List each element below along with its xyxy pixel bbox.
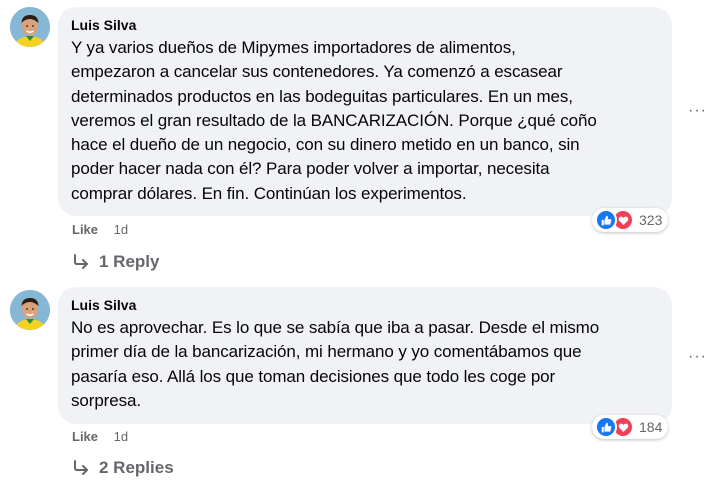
reaction-count: 184 — [639, 419, 663, 435]
avatar[interactable] — [10, 7, 50, 47]
thumbs-up-icon — [595, 209, 617, 231]
comment-timestamp[interactable]: 1d — [114, 222, 128, 237]
comment-actions: Like 1d — [72, 222, 128, 238]
comment-author[interactable]: Luis Silva — [71, 296, 660, 314]
like-button[interactable]: Like — [72, 429, 98, 444]
comment-bubble: Luis Silva Y ya varios dueños de Mipymes… — [58, 7, 672, 216]
more-options-icon[interactable]: ··· — [688, 349, 707, 365]
view-replies-button[interactable]: 2 Replies — [72, 458, 174, 478]
comment-timestamp[interactable]: 1d — [114, 429, 128, 444]
like-button[interactable]: Like — [72, 222, 98, 237]
comment-text: No es aprovechar. Es lo que se sabía que… — [71, 318, 600, 410]
avatar[interactable] — [10, 290, 50, 330]
reaction-count: 323 — [639, 212, 663, 228]
reply-arrow-icon — [72, 254, 90, 270]
replies-label: 2 Replies — [99, 458, 174, 477]
reaction-summary[interactable]: 184 — [592, 415, 669, 439]
comment-text: Y ya varios dueños de Mipymes importador… — [71, 38, 597, 203]
view-replies-button[interactable]: 1 Reply — [72, 252, 159, 272]
replies-label: 1 Reply — [99, 252, 160, 271]
more-options-icon[interactable]: ··· — [688, 103, 707, 119]
reply-arrow-icon — [72, 460, 90, 476]
comment-actions: Like 1d — [72, 429, 128, 445]
comment-bubble: Luis Silva No es aprovechar. Es lo que s… — [58, 287, 672, 424]
comment-author[interactable]: Luis Silva — [71, 16, 660, 34]
thumbs-up-icon — [595, 416, 617, 438]
reaction-summary[interactable]: 323 — [592, 208, 669, 232]
